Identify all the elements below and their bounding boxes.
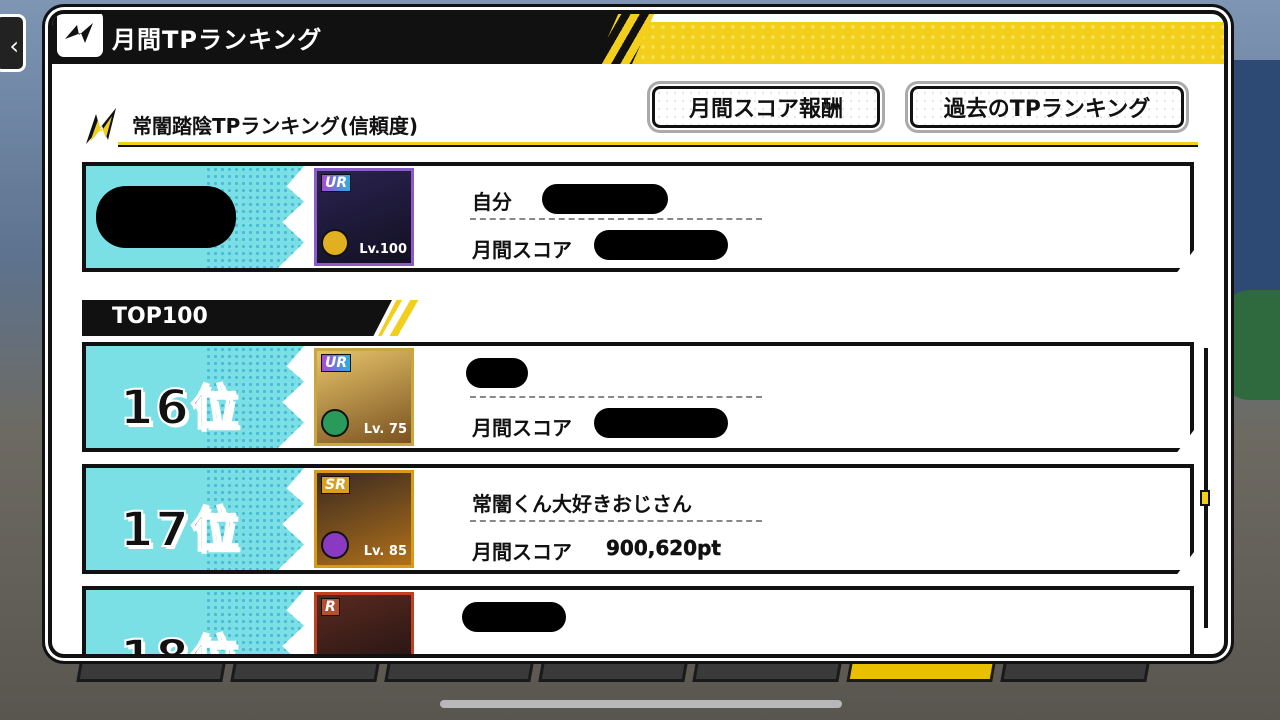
redacted-rank [96,186,236,248]
rarity-badge: SR [321,476,350,494]
section-label: TOP100 [112,304,208,329]
divider [470,218,762,220]
back-button[interactable]: ‹ [0,14,26,72]
rank-row-18[interactable]: 18位 R [82,586,1194,658]
home-indicator [440,700,842,708]
level-label: Lv.100 [359,242,407,257]
header-yellow-band [608,22,1224,64]
score-label: 月間スコア [472,416,572,440]
rank-row-17[interactable]: 17位 SR Lv. 85 常闇くん大好きおじさん 月間スコア 900,620p… [82,464,1194,574]
score-label: 月間スコア [472,238,572,262]
back-arrow-icon[interactable] [54,14,106,60]
scrollbar-thumb[interactable] [1200,490,1210,506]
element-icon [321,409,349,437]
rank-number: 16位 [119,379,241,437]
rank-row-16[interactable]: 16位 UR Lv. 75 月間スコア [82,342,1194,452]
redacted-name [462,602,566,632]
character-portrait: UR Lv.100 [314,168,414,266]
redacted-name [542,184,668,214]
redacted-name [466,358,528,388]
player-name: 常闇くん大好きおじさん [472,492,692,516]
level-label: Lv. 85 [363,544,407,559]
element-icon [321,531,349,559]
character-portrait: R [314,592,414,654]
rank-number: 18位 [119,629,241,658]
subtitle: 常闇踏陰TPランキング(信頼度) [132,114,418,138]
divider [470,396,762,398]
rank-number: 17位 [119,501,241,559]
character-portrait: UR Lv. 75 [314,348,414,446]
monthly-reward-button[interactable]: 月間スコア報酬 [652,86,880,128]
rarity-badge: UR [321,354,352,372]
divider [470,520,762,522]
lightning-icon [86,108,116,144]
redacted-score [594,230,728,260]
heart-icon [321,229,349,257]
redacted-score [594,408,728,438]
score-label: 月間スコア [472,540,572,564]
background-tree [1220,290,1280,400]
panel-header: 月間TPランキング [52,14,1224,68]
score-value: 900,620pt [606,536,721,561]
self-name-label: 自分 [472,190,512,214]
scrollbar-track[interactable] [1204,348,1208,628]
level-label: Lv. 75 [363,422,407,437]
page-title: 月間TPランキング [112,26,323,54]
past-ranking-button[interactable]: 過去のTPランキング [910,86,1184,128]
rarity-badge: UR [321,174,352,192]
self-rank-card[interactable]: UR Lv.100 自分 月間スコア [82,162,1194,272]
subtitle-underline-dark [118,145,1198,147]
rarity-badge: R [321,598,340,616]
character-portrait: SR Lv. 85 [314,470,414,568]
ranking-panel: 月間TPランキング 常闇踏陰TPランキング(信頼度) 月間スコア報酬 過去のTP… [48,10,1228,658]
